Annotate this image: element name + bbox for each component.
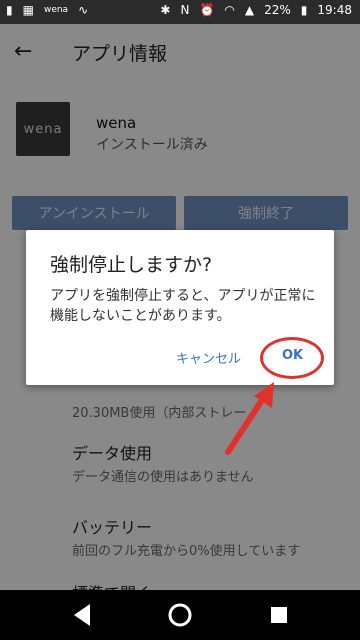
- signal-icon: ▲: [244, 3, 255, 17]
- storage-icon: ▮: [6, 3, 13, 17]
- nfc-icon: N: [180, 3, 190, 17]
- cancel-button[interactable]: キャンセル: [176, 348, 241, 367]
- back-nav-icon[interactable]: [68, 600, 98, 630]
- activity-icon: ∿: [78, 3, 89, 17]
- dialog-title: 強制停止しますか?: [50, 254, 213, 276]
- clock: 19:48: [317, 3, 352, 17]
- dialog-message: アプリを強制停止すると、アプリが正常に機能しないことがあります。: [50, 288, 316, 324]
- recents-nav-icon[interactable]: [264, 600, 294, 630]
- annotation-circle: [260, 337, 324, 379]
- annotation-arrow-icon: [225, 382, 274, 455]
- wifi-icon: ◠: [224, 3, 235, 17]
- image-icon: ▦: [22, 3, 34, 17]
- status-bar: ▮ ▦ wena ∿ ✱ N ⏰ ◠ ▲ 22% ▮ 19:48: [0, 0, 360, 24]
- bluetooth-icon: ✱: [160, 3, 171, 17]
- navigation-bar: [0, 590, 360, 640]
- home-nav-icon[interactable]: [165, 600, 195, 630]
- alarm-icon: ⏰: [199, 3, 215, 17]
- wena-notification: wena: [43, 5, 69, 15]
- battery-icon: ▮: [300, 3, 308, 17]
- battery-percent: 22%: [264, 3, 291, 17]
